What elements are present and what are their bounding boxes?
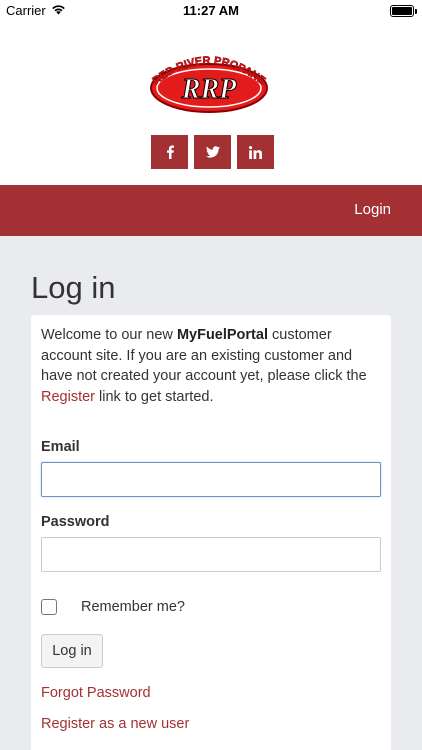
facebook-icon [166,145,174,159]
navbar: Login [0,185,422,236]
remember-me-row: Remember me? [41,599,185,615]
status-bar: Carrier 11:27 AM [0,0,422,22]
battery-icon [390,5,417,17]
company-logo[interactable]: RED RIVER PROPANE RRP [139,50,279,114]
remember-me-checkbox[interactable] [41,599,57,615]
intro-text: Welcome to our new MyFuelPortal customer… [41,327,367,405]
linkedin-button[interactable] [237,135,274,169]
email-label: Email [41,439,80,455]
remember-me-label[interactable]: Remember me? [81,599,185,615]
site-header: RED RIVER PROPANE RRP [0,22,422,185]
page-title: Log in [31,270,116,305]
register-inline-link[interactable]: Register [41,389,95,405]
status-time: 11:27 AM [183,3,239,18]
facebook-button[interactable] [151,135,188,169]
nav-login-link[interactable]: Login [354,201,391,218]
register-new-user-link[interactable]: Register as a new user [41,716,189,732]
logo-main-text: RRP [181,74,237,105]
twitter-button[interactable] [194,135,231,169]
login-button[interactable]: Log in [41,634,103,668]
password-field[interactable] [41,537,381,572]
login-card: Welcome to our new MyFuelPortal customer… [31,315,391,750]
brand-name: MyFuelPortal [176,327,268,343]
twitter-icon [205,146,220,158]
forgot-password-link[interactable]: Forgot Password [41,685,151,701]
social-links [151,135,274,169]
password-label: Password [41,514,110,530]
linkedin-icon [249,145,262,159]
email-field[interactable] [41,462,381,497]
